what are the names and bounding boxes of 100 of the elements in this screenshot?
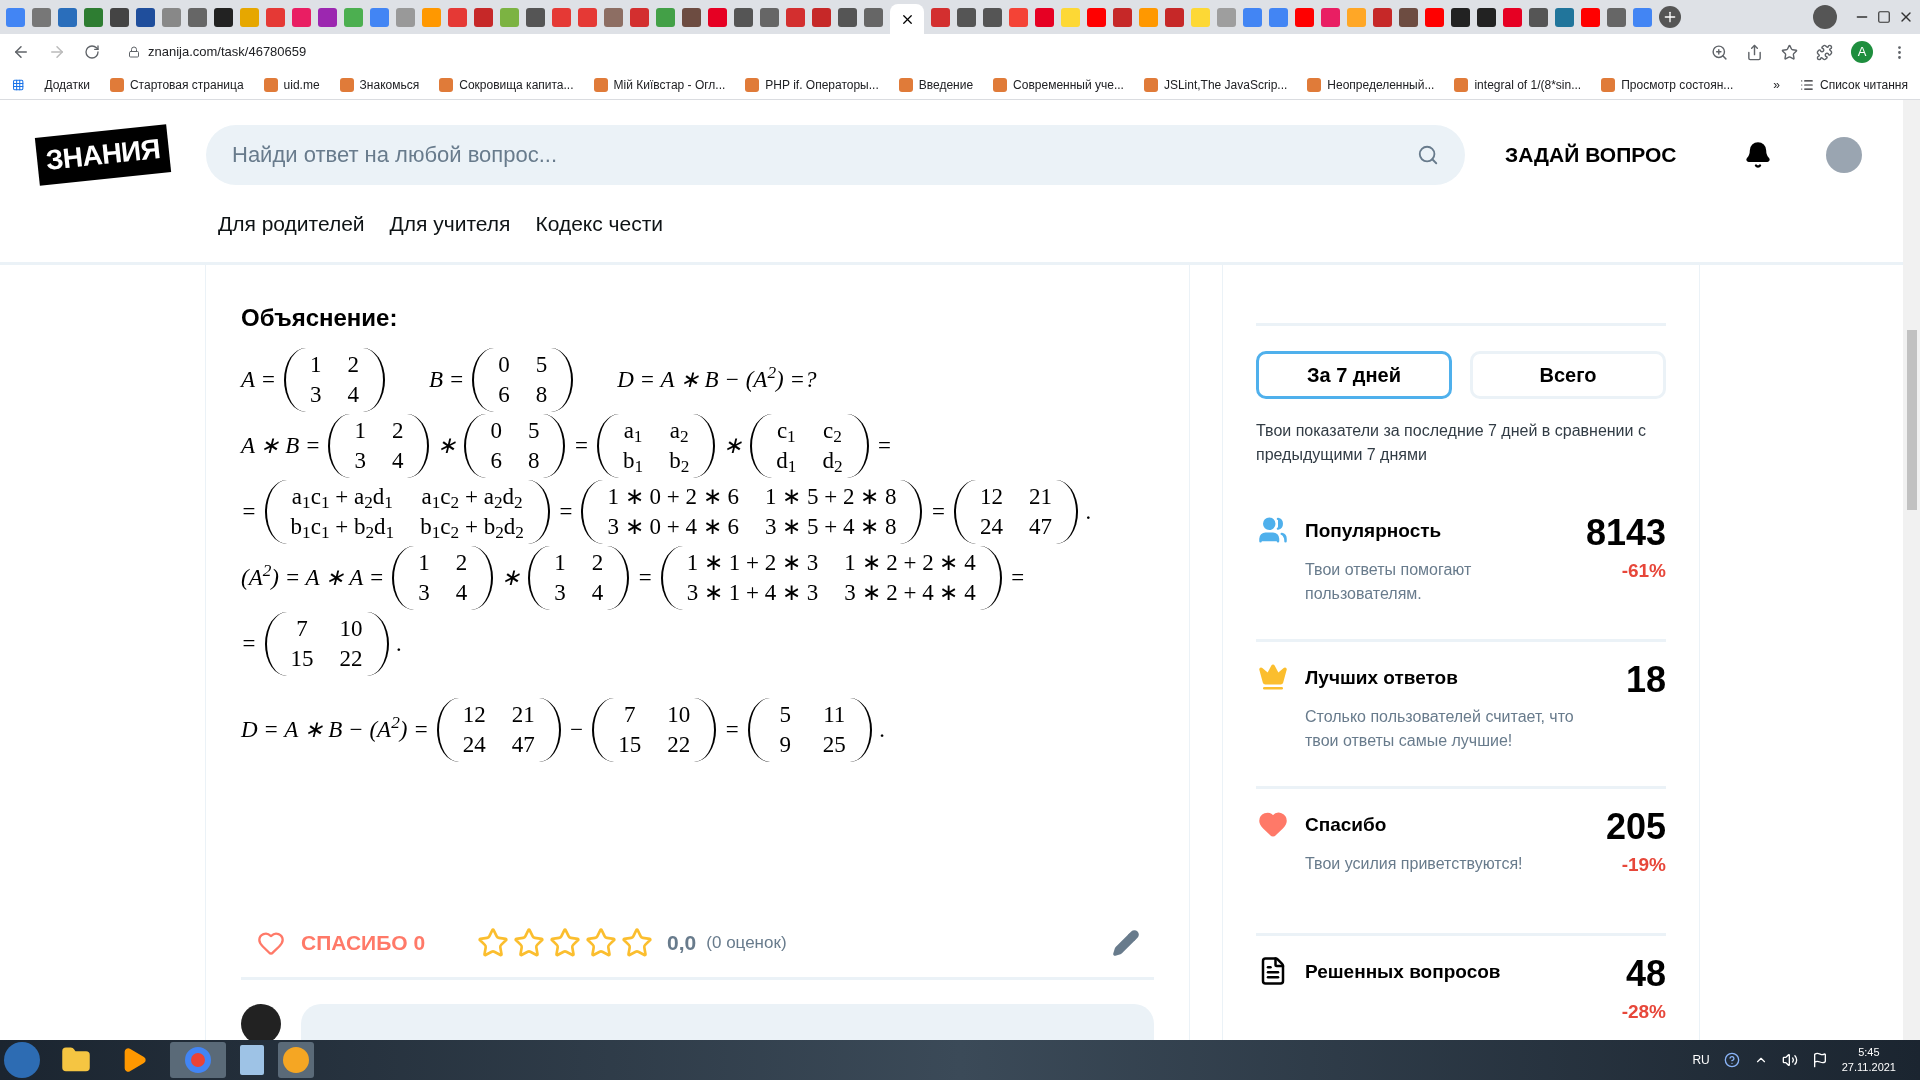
period-tab[interactable]: Всего bbox=[1470, 351, 1666, 399]
matrix-entry: 5 bbox=[527, 417, 540, 445]
flag-icon[interactable] bbox=[1811, 1052, 1828, 1068]
bookmark-link[interactable]: integral of 1/(8*sin... bbox=[1454, 75, 1582, 94]
volume-icon[interactable] bbox=[1781, 1052, 1798, 1068]
matrix-entry: 1 ∗ 1 + 2 ∗ 3 bbox=[686, 549, 819, 577]
new-tab-icon[interactable] bbox=[1659, 6, 1681, 28]
bookmark-link[interactable]: Стартовая страница bbox=[109, 75, 244, 94]
nav-link[interactable]: Для родителей bbox=[218, 208, 365, 240]
bookmark-link[interactable]: Мій Київстар - Огл... bbox=[593, 75, 726, 94]
maximize-icon[interactable] bbox=[1877, 10, 1891, 24]
scrollbar[interactable] bbox=[1903, 100, 1920, 1040]
share-icon[interactable] bbox=[1746, 43, 1763, 61]
matrix-entry: 0 bbox=[490, 417, 502, 445]
lock-icon bbox=[128, 46, 140, 58]
bookmark-link[interactable]: Додатки bbox=[44, 75, 90, 94]
stat-value: 8143 bbox=[1585, 513, 1666, 553]
matrix-entry: 10 bbox=[339, 615, 363, 643]
people-icon bbox=[1258, 515, 1288, 545]
search-field[interactable]: Найди ответ на любой вопрос... bbox=[206, 125, 1465, 185]
edit-icon[interactable] bbox=[1112, 929, 1140, 957]
tab-favicon-icon[interactable] bbox=[682, 7, 701, 27]
matrix-entry: 8 bbox=[527, 447, 540, 475]
bookmark-star-icon[interactable] bbox=[1781, 43, 1798, 61]
tab-favicon-icon[interactable] bbox=[1399, 7, 1418, 27]
matrix-entry: 4 bbox=[391, 447, 404, 475]
reload-icon[interactable] bbox=[84, 44, 100, 60]
notification-bell-icon[interactable] bbox=[1744, 141, 1773, 169]
profile-avatar[interactable]: A bbox=[1851, 41, 1873, 63]
zoom-icon[interactable] bbox=[1711, 43, 1728, 61]
matrix-entry: 2 bbox=[347, 351, 359, 379]
matrix-entry: 22 bbox=[339, 645, 363, 673]
help-icon[interactable] bbox=[1723, 1052, 1740, 1068]
star-icon[interactable] bbox=[585, 927, 618, 959]
star-icon[interactable] bbox=[513, 927, 546, 959]
more-bookmarks-button[interactable]: » bbox=[1773, 75, 1780, 94]
tab-favicon-icon[interactable] bbox=[1529, 7, 1548, 27]
tab-favicon-icon[interactable] bbox=[1451, 7, 1470, 27]
bookmark-link[interactable]: Современный уче... bbox=[993, 75, 1124, 94]
matrix-entry: 25 bbox=[822, 731, 846, 759]
tab-favicon-icon[interactable] bbox=[136, 7, 155, 27]
site-favicon-icon bbox=[439, 77, 454, 92]
tab-favicon-icon[interactable] bbox=[526, 7, 545, 27]
tab-favicon-icon[interactable] bbox=[838, 7, 857, 27]
bookmark-link[interactable]: Сокровища капита... bbox=[439, 75, 574, 94]
ask-question-button[interactable]: ЗАДАЙ ВОПРОС bbox=[1505, 139, 1677, 171]
matrix-entry: 2 bbox=[591, 549, 604, 577]
apps-icon[interactable] bbox=[12, 77, 25, 92]
clock-time[interactable]: 5:45 bbox=[1858, 1045, 1880, 1060]
language-indicator[interactable]: RU bbox=[1692, 1051, 1710, 1069]
start-button[interactable] bbox=[4, 1042, 40, 1078]
scrollbar-thumb[interactable] bbox=[1906, 330, 1917, 510]
heart-icon bbox=[257, 929, 285, 957]
bookmark-link[interactable]: Неопределенный... bbox=[1307, 75, 1435, 94]
math-text: . bbox=[396, 629, 403, 658]
bookmark-link[interactable]: PHP if. Операторы... bbox=[745, 75, 879, 94]
clock-date[interactable]: 27.11.2021 bbox=[1841, 1060, 1896, 1075]
matrix-entry: 3 ∗ 0 + 4 ∗ 6 bbox=[607, 513, 739, 541]
star-rating[interactable] bbox=[477, 927, 654, 959]
period-tab[interactable]: За 7 дней bbox=[1256, 351, 1452, 399]
star-icon[interactable] bbox=[549, 927, 582, 959]
tab-favicon-icon[interactable] bbox=[957, 7, 976, 27]
logo[interactable]: ЗНАНИЯ bbox=[34, 124, 172, 186]
back-icon[interactable] bbox=[12, 43, 30, 61]
tab-favicon-icon[interactable] bbox=[1477, 7, 1496, 27]
stat-title: Лучших ответов bbox=[1305, 666, 1459, 690]
site-favicon-icon bbox=[109, 77, 124, 92]
matrix-entry: 1 bbox=[554, 549, 566, 577]
matrix-entry: a$_{1}$ bbox=[623, 417, 644, 446]
matrix-entry: 3 ∗ 2 + 4 ∗ 4 bbox=[844, 579, 976, 607]
user-avatar[interactable] bbox=[1826, 137, 1863, 173]
bookmark-link[interactable]: JSLint,The JavaScrip... bbox=[1143, 75, 1288, 94]
site-favicon-icon bbox=[898, 77, 913, 92]
bookmark-link[interactable]: uid.me bbox=[263, 75, 320, 94]
tab-favicon-icon[interactable] bbox=[734, 7, 753, 27]
extensions-icon[interactable] bbox=[1816, 43, 1833, 61]
matrix-entry: 1 ∗ 5 + 2 ∗ 8 bbox=[764, 483, 897, 511]
matrix-entry: 9 bbox=[778, 731, 792, 759]
star-icon[interactable] bbox=[477, 927, 510, 959]
star-icon[interactable] bbox=[621, 927, 654, 959]
bookmark-link[interactable]: Просмотр состоян... bbox=[1601, 75, 1734, 94]
profile-menu-icon[interactable] bbox=[1813, 5, 1837, 29]
matrix-entry: 3 bbox=[309, 381, 322, 409]
bookmark-link[interactable]: Знакомься bbox=[339, 75, 420, 94]
tab-favicon-icon[interactable] bbox=[214, 7, 233, 27]
search-icon[interactable] bbox=[1417, 144, 1439, 166]
stat-title: Популярность bbox=[1305, 519, 1443, 543]
matrix-entry: 4 bbox=[591, 579, 604, 607]
nav-link[interactable]: Кодекс чести bbox=[535, 208, 664, 240]
tab-favicon-icon[interactable] bbox=[110, 7, 129, 27]
address-field[interactable]: znanija.com/task/46780659 bbox=[118, 38, 1693, 66]
matrix-entry: 7 bbox=[623, 701, 637, 729]
tab-favicon-icon[interactable] bbox=[983, 7, 1002, 27]
math-text: . bbox=[1085, 497, 1092, 526]
nav-link[interactable]: Для учителя bbox=[389, 208, 511, 240]
matrix-entry: a$_{1}$c$_{1}$ + a$_{2}$d$_{1}$ bbox=[290, 483, 394, 512]
reading-list-button[interactable]: Список читання bbox=[1800, 75, 1908, 94]
site-favicon-icon bbox=[993, 77, 1008, 92]
bookmark-link[interactable]: Введение bbox=[898, 75, 974, 94]
active-tab[interactable] bbox=[890, 4, 924, 34]
